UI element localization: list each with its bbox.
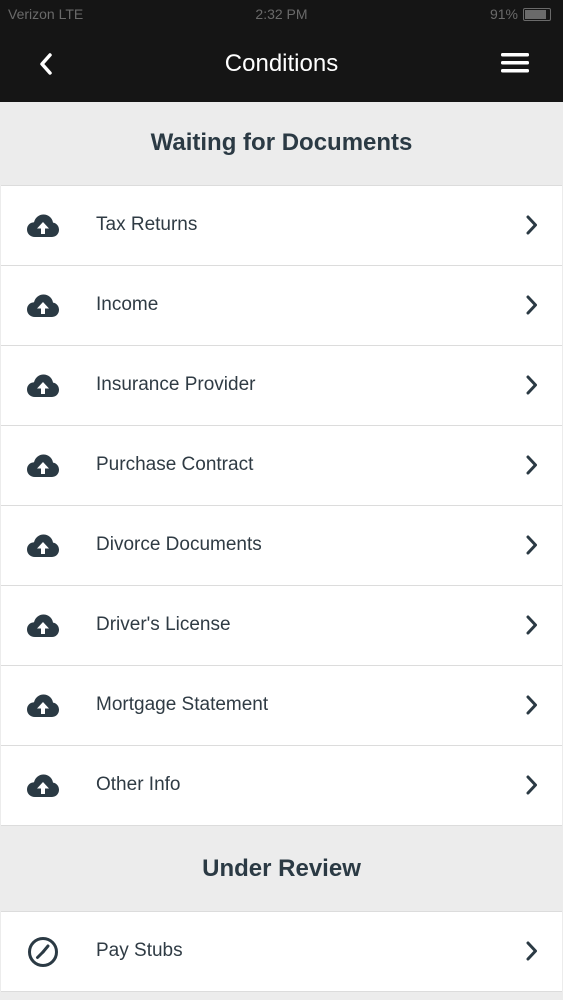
list-item[interactable]: Insurance Provider (1, 346, 562, 426)
chevron-right-icon (524, 373, 540, 397)
list-item-label: Tax Returns (96, 214, 198, 235)
chevron-right-icon (524, 213, 540, 237)
section-title-under-review: Under Review (202, 855, 361, 882)
list-item[interactable]: Income (1, 266, 562, 346)
page-title: Conditions (224, 50, 339, 77)
chevron-left-icon (40, 53, 52, 75)
chevron-right-icon (524, 533, 540, 557)
chevron-right-icon (524, 293, 540, 317)
cloud-upload-icon (25, 288, 61, 324)
cloud-upload-icon (25, 448, 61, 484)
list-item[interactable]: Divorce Documents (1, 506, 562, 586)
menu-button[interactable] (497, 48, 533, 78)
cloud-upload-icon (25, 528, 61, 564)
list-item[interactable]: Pay Stubs (1, 912, 562, 992)
section-title-waiting: Waiting for Documents (150, 129, 413, 156)
list-item[interactable]: Tax Returns (1, 186, 562, 266)
chevron-right-icon (524, 693, 540, 717)
chevron-right-icon (524, 939, 540, 963)
chevron-right-icon (524, 773, 540, 797)
list-item-label: Insurance Provider (96, 374, 256, 395)
back-button[interactable] (28, 46, 64, 82)
cloud-upload-icon (25, 208, 61, 244)
top-bar: Verizon LTE 2:32 PM 91% Conditions (0, 0, 563, 102)
cloud-upload-icon (25, 608, 61, 644)
chevron-right-icon (524, 453, 540, 477)
cloud-upload-icon (25, 768, 61, 804)
cloud-upload-icon (25, 368, 61, 404)
list-item-label: Other Info (96, 774, 181, 795)
list-item-label: Divorce Documents (96, 534, 262, 555)
list-item[interactable]: Mortgage Statement (1, 666, 562, 746)
battery-icon (523, 8, 551, 21)
list-item-label: Income (96, 294, 159, 315)
clock-icon (25, 934, 61, 970)
list-item[interactable]: Driver's License (1, 586, 562, 666)
list-item-label: Pay Stubs (96, 940, 183, 961)
list-item-label: Mortgage Statement (96, 694, 269, 715)
waiting-documents-list: Tax Returns Income Insurance Provider Pu… (1, 185, 562, 826)
hamburger-menu-icon (501, 53, 529, 73)
app-screen: Verizon LTE 2:32 PM 91% Conditions Waiti… (0, 0, 563, 1000)
list-item-label: Purchase Contract (96, 454, 254, 475)
clock-label: 2:32 PM (255, 6, 308, 22)
list-item[interactable]: Purchase Contract (1, 426, 562, 506)
cloud-upload-icon (25, 688, 61, 724)
list-item-label: Driver's License (96, 614, 231, 635)
chevron-right-icon (524, 613, 540, 637)
status-bar: Verizon LTE 2:32 PM 91% (0, 0, 563, 28)
battery-percent: 91% (489, 6, 518, 22)
list-item[interactable]: Other Info (1, 746, 562, 826)
under-review-list: Pay Stubs (1, 911, 562, 992)
